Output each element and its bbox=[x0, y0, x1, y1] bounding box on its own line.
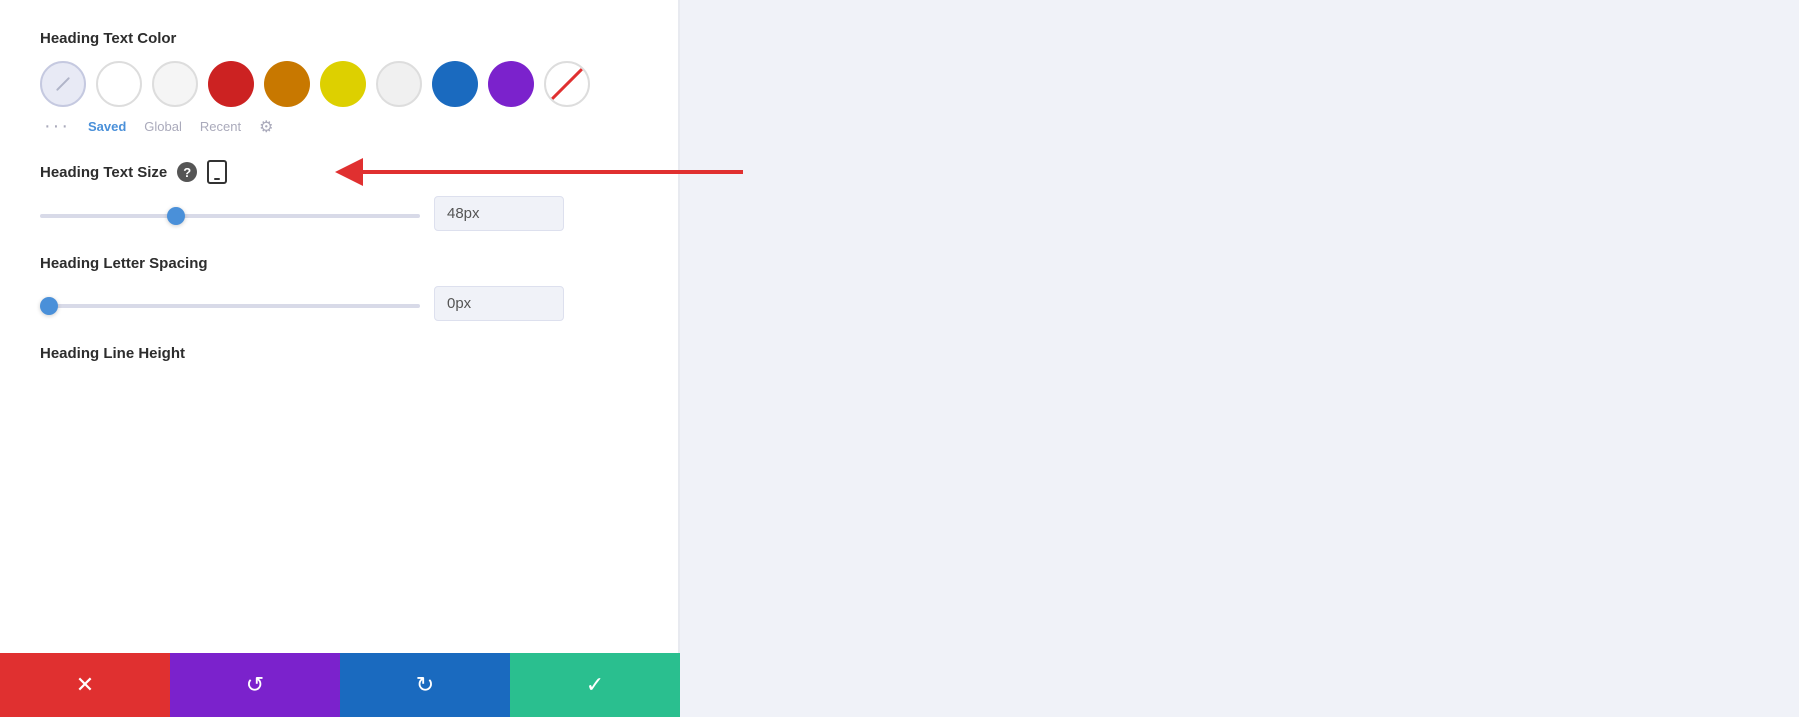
tab-saved[interactable]: Saved bbox=[88, 119, 126, 134]
undo-icon: ↺ bbox=[246, 672, 264, 698]
letter-spacing-input[interactable]: 0px bbox=[434, 286, 564, 321]
heading-text-color-label: Heading Text Color bbox=[40, 30, 638, 47]
help-icon[interactable]: ? bbox=[177, 162, 197, 182]
color-swatch-white1[interactable] bbox=[96, 61, 142, 107]
color-swatch-orange[interactable] bbox=[264, 61, 310, 107]
heading-text-size-header: Heading Text Size ? bbox=[40, 160, 638, 184]
canvas-area bbox=[680, 0, 1799, 717]
color-swatch-yellow[interactable] bbox=[320, 61, 366, 107]
save-button[interactable]: ✓ bbox=[510, 653, 680, 717]
tab-recent[interactable]: Recent bbox=[200, 119, 241, 134]
heading-text-size-section: Heading Text Size ? 48px bbox=[40, 160, 638, 231]
arrow-head bbox=[335, 158, 363, 186]
color-swatches-row bbox=[40, 61, 638, 107]
text-size-slider-row: 48px bbox=[40, 196, 638, 231]
heading-line-height-label: Heading Line Height bbox=[40, 345, 638, 362]
color-swatch-none[interactable] bbox=[544, 61, 590, 107]
letter-spacing-slider-container bbox=[40, 295, 420, 313]
cancel-button[interactable]: ✕ bbox=[0, 653, 170, 717]
text-size-input[interactable]: 48px bbox=[434, 196, 564, 231]
color-swatch-purple[interactable] bbox=[488, 61, 534, 107]
color-swatch-light[interactable] bbox=[376, 61, 422, 107]
cancel-icon: ✕ bbox=[76, 672, 94, 698]
tab-global[interactable]: Global bbox=[144, 119, 182, 134]
heading-line-height-section: Heading Line Height bbox=[40, 345, 638, 362]
color-swatch-blue[interactable] bbox=[432, 61, 478, 107]
heading-letter-spacing-section: Heading Letter Spacing 0px bbox=[40, 255, 638, 321]
redo-icon: ↻ bbox=[416, 672, 434, 698]
text-size-slider-container bbox=[40, 205, 420, 223]
text-size-slider[interactable] bbox=[40, 214, 420, 218]
color-swatch-selected[interactable] bbox=[40, 61, 86, 107]
color-tabs-row: ··· Saved Global Recent ⚙ bbox=[40, 115, 638, 138]
undo-button[interactable]: ↺ bbox=[170, 653, 340, 717]
dots-more-icon[interactable]: ··· bbox=[44, 115, 70, 138]
color-swatch-white2[interactable] bbox=[152, 61, 198, 107]
save-icon: ✓ bbox=[586, 672, 604, 698]
letter-spacing-slider[interactable] bbox=[40, 304, 420, 308]
gear-icon[interactable]: ⚙ bbox=[259, 117, 273, 137]
letter-spacing-slider-row: 0px bbox=[40, 286, 638, 321]
bottom-toolbar: ✕ ↺ ↻ ✓ bbox=[0, 653, 680, 717]
settings-panel: Heading Text Color ··· Saved Global Rece… bbox=[0, 0, 680, 717]
color-swatch-red[interactable] bbox=[208, 61, 254, 107]
redo-button[interactable]: ↻ bbox=[340, 653, 510, 717]
heading-letter-spacing-label: Heading Letter Spacing bbox=[40, 255, 638, 272]
heading-text-size-label: Heading Text Size bbox=[40, 164, 167, 181]
device-mobile-icon[interactable] bbox=[207, 160, 227, 184]
